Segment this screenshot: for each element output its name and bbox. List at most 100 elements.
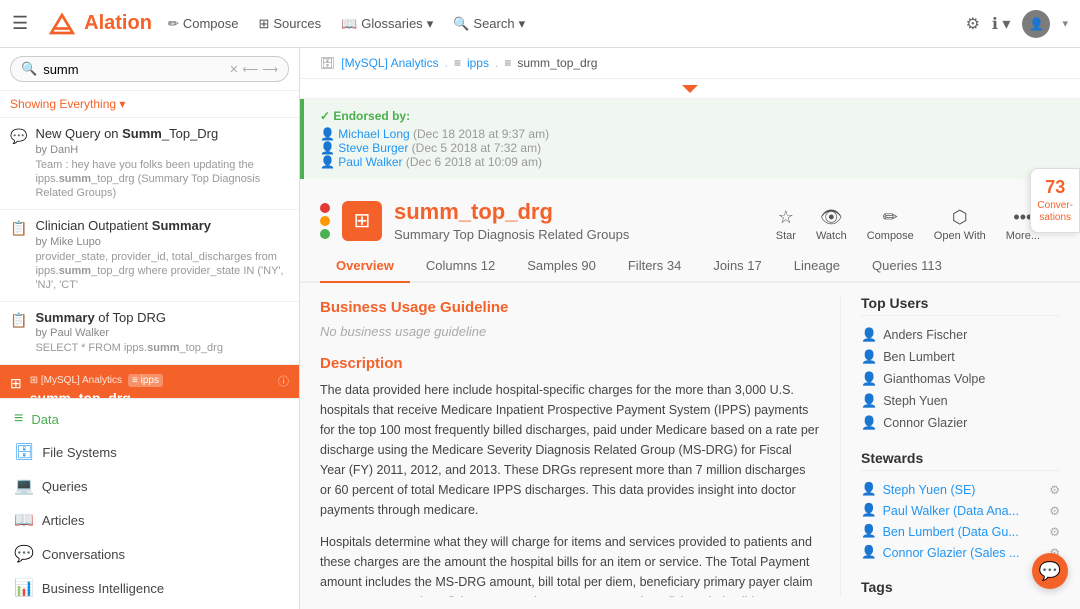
nav-items: ✏ Compose ⊞ Sources 📖 Glossaries ▾ 🔍 Sea… — [168, 16, 950, 32]
tab-samples[interactable]: Samples 90 — [511, 250, 612, 283]
steward-gear-1[interactable]: ⚙ — [1049, 483, 1060, 497]
table-header: ⊞ summ_top_drg Summary Top Diagnosis Rel… — [300, 187, 1080, 242]
sidebar-item-filesystems[interactable]: 🗄 File Systems — [0, 435, 299, 469]
tab-filters[interactable]: Filters 34 — [612, 250, 697, 283]
conversations-icon: 💬 — [14, 544, 34, 564]
result-title: Clinician Outpatient Summary — [35, 218, 289, 235]
endorsed-user-link-1[interactable]: Michael Long — [338, 127, 409, 141]
steward-link-2[interactable]: Paul Walker (Data Ana... — [883, 504, 1019, 518]
result-meta: by Paul Walker — [35, 327, 289, 339]
steward-link-3[interactable]: Ben Lumbert (Data Gu... — [883, 525, 1019, 539]
result-title: New Query on Summ_Top_Drg — [35, 126, 289, 143]
watch-button[interactable]: 👁 Watch — [816, 207, 847, 242]
conversations-label: Conversations — [42, 547, 125, 562]
search-input-wrap[interactable]: 🔍 ✕ ⟵ ⟶ — [10, 56, 289, 82]
no-guideline: No business usage guideline — [320, 324, 820, 339]
tabs-row: Overview Columns 12 Samples 90 Filters 3… — [300, 250, 1080, 283]
breadcrumb-db[interactable]: [MySQL] Analytics — [341, 56, 438, 70]
steward-gear-2[interactable]: ⚙ — [1049, 504, 1060, 518]
hamburger-icon[interactable]: ☰ — [12, 13, 28, 34]
compose-nav[interactable]: ✏ Compose — [168, 16, 239, 32]
sidebar-item-bi[interactable]: 📊 Business Intelligence — [0, 571, 299, 605]
tab-queries[interactable]: Queries 113 — [856, 250, 958, 283]
sidebar-item-data[interactable]: ≡ Data — [0, 403, 299, 435]
steward-link-4[interactable]: Connor Glazier (Sales ... — [883, 546, 1020, 560]
open-with-button[interactable]: ⬡ Open With — [934, 207, 986, 242]
breadcrumb-sep2: . — [495, 56, 498, 70]
logo-text: Alation — [84, 12, 152, 35]
bi-label: Business Intelligence — [42, 581, 164, 596]
steward-icon-1: 👤 — [861, 482, 877, 497]
header-title-area: summ_top_drg Summary Top Diagnosis Relat… — [394, 199, 744, 242]
endorsed-date-2: (Dec 5 2018 at 7:32 am) — [412, 141, 541, 155]
conversations-bubble[interactable]: 73 Conver-sations — [1030, 168, 1080, 233]
sidebar-item-articles[interactable]: 📖 Articles — [0, 503, 299, 537]
search-input[interactable] — [43, 62, 203, 77]
tab-columns[interactable]: Columns 12 — [410, 250, 511, 283]
guideline-heading: Business Usage Guideline — [320, 299, 820, 316]
endorsed-user-link-2[interactable]: Steve Burger — [338, 141, 408, 155]
list-item[interactable]: 📋 Clinician Outpatient Summary by Mike L… — [0, 210, 299, 302]
endorsed-date-1: (Dec 18 2018 at 9:37 am) — [413, 127, 549, 141]
user-icon-2: 👤 — [861, 349, 877, 365]
content-body: Business Usage Guideline No business usa… — [300, 283, 1080, 609]
user-icon-3: 👤 — [861, 371, 877, 387]
back-icon[interactable]: ⟵ — [242, 63, 258, 76]
tab-joins[interactable]: Joins 17 — [697, 250, 777, 283]
list-item[interactable]: ⊞ ⊞ [MySQL] Analytics ≡ ipps ⓘ summ_top_… — [0, 365, 299, 398]
result-snippet: SELECT * FROM ipps.summ_top_drg — [35, 341, 289, 355]
left-sidebar: 🔍 ✕ ⟵ ⟶ Showing Everything ▾ 💬 New Query… — [0, 48, 300, 609]
clear-icon[interactable]: ✕ — [229, 63, 238, 76]
search-nav[interactable]: 🔍 Search ▾ — [453, 16, 525, 32]
result-meta: by Mike Lupo — [35, 236, 289, 248]
compose-icon: ✏ — [883, 207, 898, 228]
top-user-3: 👤 Gianthomas Volpe — [861, 368, 1060, 390]
glossaries-nav[interactable]: 📖 Glossaries ▾ — [341, 16, 433, 32]
endorsed-user-3: 👤 Paul Walker (Dec 6 2018 at 10:09 am) — [320, 155, 1064, 169]
compose-button[interactable]: ✏ Compose — [867, 207, 914, 242]
steward-link-1[interactable]: Steph Yuen (SE) — [883, 483, 976, 497]
list-item[interactable]: 📋 Summary of Top DRG by Paul Walker SELE… — [0, 302, 299, 365]
breadcrumb-schema[interactable]: ipps — [467, 56, 489, 70]
articles-label: Articles — [42, 513, 85, 528]
breadcrumb-schema-icon: ≡ — [454, 56, 461, 70]
sidebar-item-queries[interactable]: 💻 Queries — [0, 469, 299, 503]
result-snippet: Team : hey have you folks been updating … — [35, 158, 289, 201]
sidebar-item-conversations[interactable]: 💬 Conversations — [0, 537, 299, 571]
user-name-2: Ben Lumbert — [883, 350, 955, 364]
tab-overview[interactable]: Overview — [320, 250, 410, 283]
active-db-badge: ⊞ [MySQL] Analytics — [30, 375, 122, 386]
steward-1: 👤 Steph Yuen (SE) ⚙ — [861, 479, 1060, 500]
chat-icon-fixed[interactable]: 💬 — [1032, 553, 1068, 589]
gear-button[interactable]: ⚙ — [966, 14, 980, 34]
avatar-button[interactable]: 👤 — [1022, 10, 1050, 38]
result-content: New Query on Summ_Top_Drg by DanH Team :… — [35, 126, 289, 201]
filter-value[interactable]: Everything — [59, 97, 116, 111]
desc-para2: Hospitals determine what they will charg… — [320, 532, 820, 597]
tab-lineage[interactable]: Lineage — [778, 250, 856, 283]
top-user-2: 👤 Ben Lumbert — [861, 346, 1060, 368]
content-sidebar: Top Users 👤 Anders Fischer 👤 Ben Lumbert… — [840, 295, 1060, 597]
sources-nav[interactable]: ⊞ Sources — [258, 16, 321, 32]
queries-icon: 💻 — [14, 476, 34, 496]
result-active-icon: ⊞ — [10, 375, 22, 392]
list-item[interactable]: 💬 New Query on Summ_Top_Drg by DanH Team… — [0, 118, 299, 210]
result-title: Summary of Top DRG — [35, 310, 289, 327]
star-label: Star — [776, 230, 796, 242]
logo[interactable]: Alation — [44, 10, 152, 38]
top-user-4: 👤 Steph Yuen — [861, 390, 1060, 412]
info-button[interactable]: ℹ ▾ — [992, 14, 1011, 34]
endorsed-user-link-3[interactable]: Paul Walker — [338, 155, 402, 169]
user-name-5: Connor Glazier — [883, 416, 967, 430]
main-content: 🗄 [MySQL] Analytics . ≡ ipps . ≡ summ_to… — [300, 48, 1080, 609]
steward-gear-3[interactable]: ⚙ — [1049, 525, 1060, 539]
table-title: summ_top_drg — [394, 199, 744, 225]
forward-icon[interactable]: ⟶ — [262, 63, 278, 76]
user-name-1: Anders Fischer — [883, 328, 967, 342]
tags-heading: Tags — [861, 579, 1060, 597]
star-button[interactable]: ☆ Star — [776, 207, 796, 242]
top-user-1: 👤 Anders Fischer — [861, 324, 1060, 346]
data-icon: ≡ — [14, 410, 23, 428]
filter-chevron[interactable]: ▾ — [119, 97, 125, 111]
breadcrumb-db-icon: 🗄 — [320, 56, 335, 70]
